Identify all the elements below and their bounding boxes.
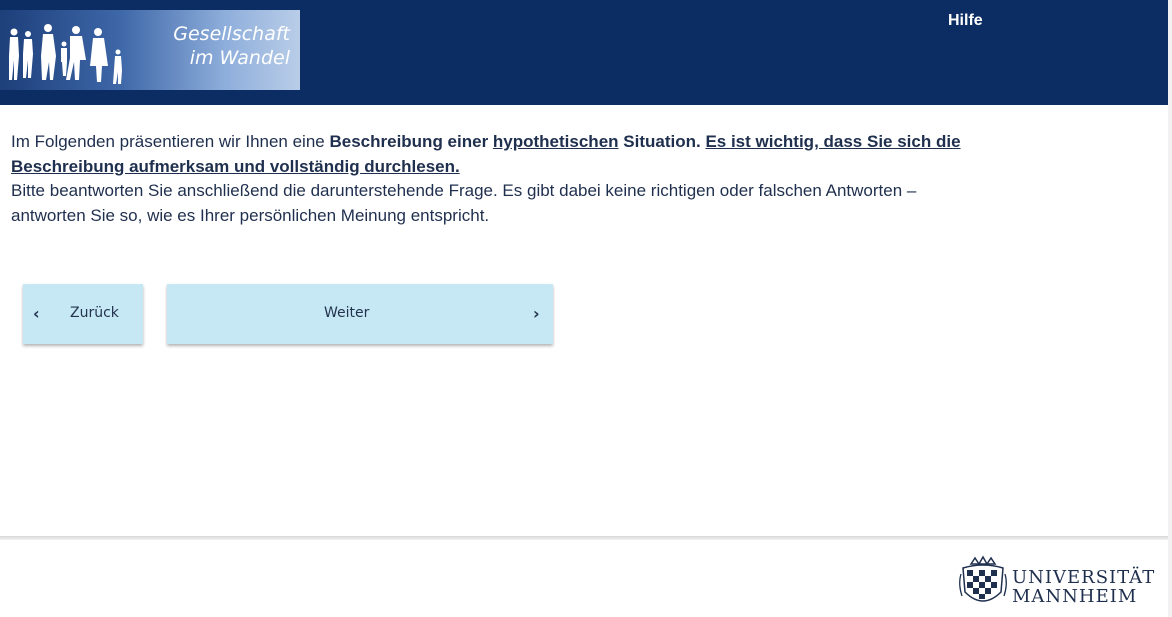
back-button[interactable]: ‹ Zurück	[23, 284, 143, 344]
intro-text-hypothetical: hypothetischen	[492, 132, 619, 151]
intro-text-part-d: Situation.	[618, 132, 701, 151]
logo-line-1: Gesellschaft	[173, 23, 290, 45]
survey-page: Gesellschaft im Wandel Hilfe Im Folgende…	[0, 0, 1172, 617]
gesellschaft-im-wandel-logo: Gesellschaft im Wandel	[0, 10, 300, 90]
university-name: UNIVERSITÄT MANNHEIM	[1012, 568, 1155, 606]
intro-text-part-b: Beschreibung einer	[329, 132, 493, 151]
scrollbar-track[interactable]	[1168, 0, 1172, 617]
university-name-line-1: UNIVERSITÄT	[1012, 567, 1156, 588]
chevron-right-icon: ›	[533, 304, 540, 323]
footer-divider	[0, 536, 1168, 540]
next-button[interactable]: Weiter ›	[167, 284, 553, 344]
university-crest-icon	[959, 555, 1007, 602]
universitaet-mannheim-logo: UNIVERSITÄT MANNHEIM	[957, 554, 1162, 612]
header-bar: Gesellschaft im Wandel Hilfe	[0, 0, 1168, 105]
help-link[interactable]: Hilfe	[948, 12, 983, 30]
intro-text-part-a: Im Folgenden präsentieren wir Ihnen eine	[11, 132, 330, 151]
logo-line-2: im Wandel	[189, 47, 290, 69]
intro-text: Im Folgenden präsentieren wir Ihnen eine…	[11, 130, 961, 228]
intro-paragraph-1: Im Folgenden präsentieren wir Ihnen eine…	[11, 130, 961, 179]
intro-paragraph-2: Bitte beantworten Sie anschließend die d…	[11, 181, 917, 225]
next-button-label: Weiter	[324, 305, 370, 321]
university-name-line-2: MANNHEIM	[1012, 586, 1138, 607]
back-button-label: Zurück	[70, 305, 119, 321]
people-silhouette-icon	[9, 24, 122, 84]
logo-text: Gesellschaft im Wandel	[120, 22, 290, 70]
chevron-left-icon: ‹	[33, 304, 40, 323]
